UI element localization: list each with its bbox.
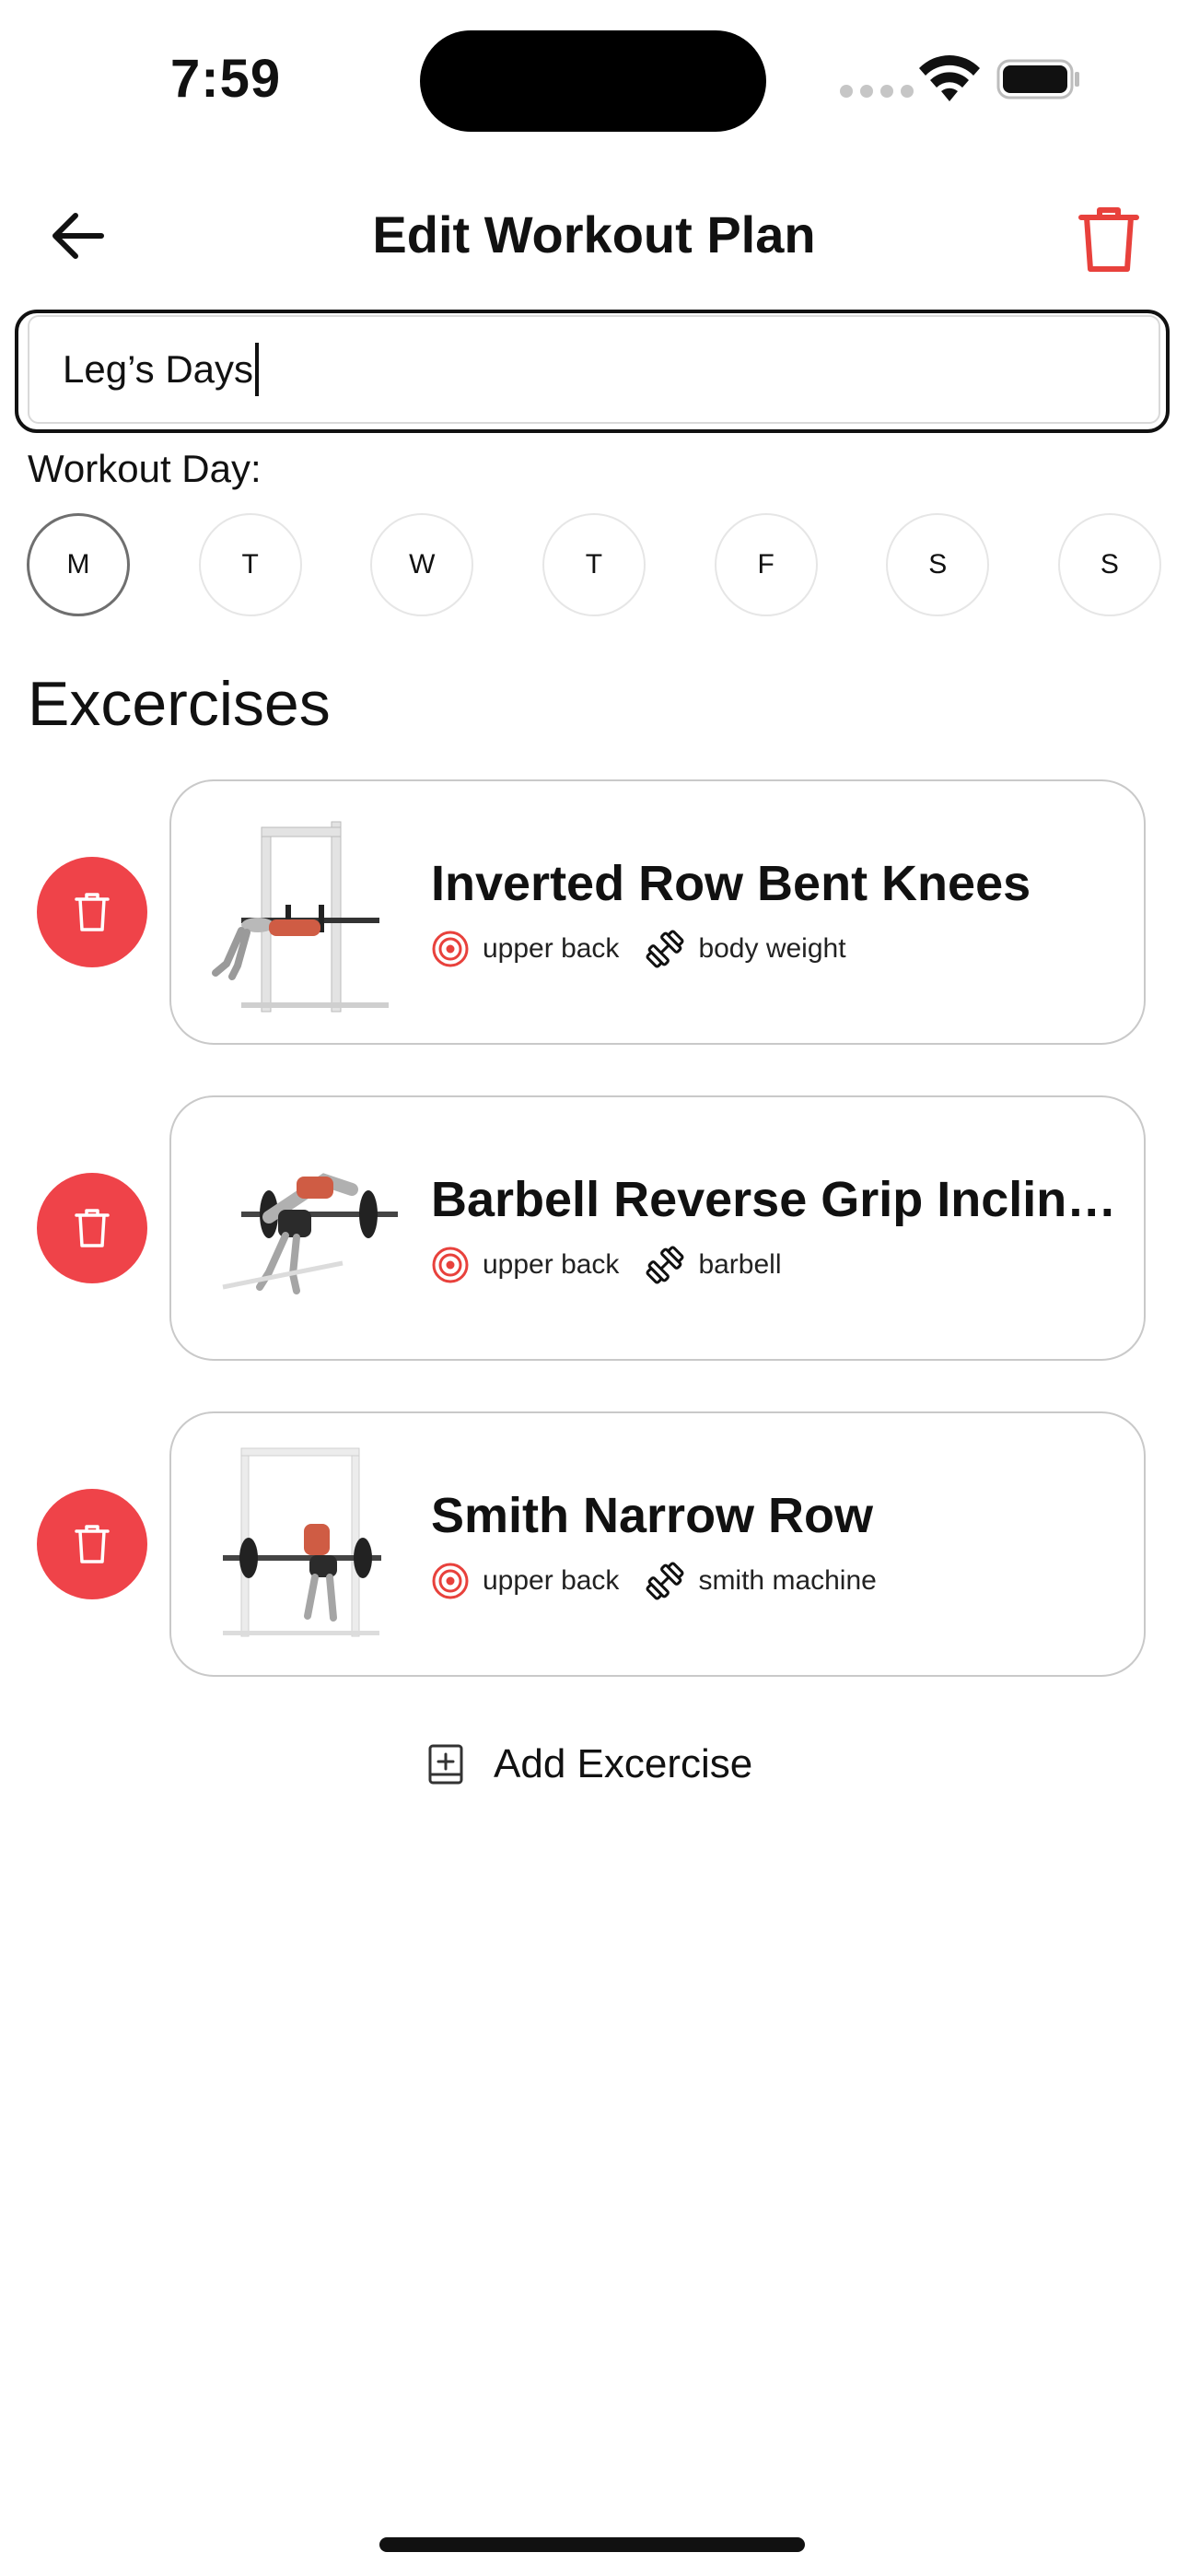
exercise-image bbox=[222, 1173, 398, 1294]
cellular-signal-icon bbox=[840, 85, 914, 98]
exercises-section-title: Excercises bbox=[28, 669, 331, 739]
add-exercise-button[interactable]: Add Excercise bbox=[427, 1741, 752, 1787]
workout-day-selector: M T W T F S S bbox=[27, 513, 1161, 616]
dumbbell-icon bbox=[646, 1562, 684, 1600]
trash-icon bbox=[75, 1209, 110, 1247]
exercise-card[interactable]: Inverted Row Bent Knees upper back body … bbox=[169, 779, 1146, 1045]
battery-icon bbox=[996, 59, 1079, 100]
remove-exercise-button[interactable] bbox=[37, 1489, 147, 1599]
status-time: 7:59 bbox=[170, 49, 282, 109]
exercise-name: Barbell Reverse Grip Incline Bench Row bbox=[431, 1172, 1122, 1227]
day-friday[interactable]: F bbox=[714, 513, 818, 616]
dumbbell-icon bbox=[646, 1246, 684, 1284]
add-exercise-label: Add Excercise bbox=[494, 1741, 753, 1786]
trash-icon bbox=[75, 1525, 110, 1563]
text-caret bbox=[255, 343, 260, 396]
target-muscle-icon bbox=[432, 1563, 469, 1599]
home-indicator[interactable] bbox=[379, 2537, 805, 2552]
exercise-muscle: upper back bbox=[483, 933, 620, 964]
plan-name-value: Leg’s Days bbox=[63, 347, 254, 391]
exercise-meta: upper back body weight bbox=[431, 929, 846, 969]
wifi-icon bbox=[919, 55, 980, 101]
exercise-name: Smith Narrow Row bbox=[431, 1488, 874, 1543]
target-muscle-icon bbox=[432, 1247, 469, 1283]
dynamic-island bbox=[420, 30, 766, 132]
remove-exercise-button[interactable] bbox=[37, 1173, 147, 1283]
exercise-meta: upper back smith machine bbox=[431, 1561, 877, 1601]
dumbbell-icon bbox=[646, 930, 684, 968]
exercise-image bbox=[212, 821, 389, 1013]
day-tuesday[interactable]: T bbox=[198, 513, 302, 616]
exercise-muscle: upper back bbox=[483, 1565, 620, 1596]
day-thursday[interactable]: T bbox=[542, 513, 646, 616]
exercise-muscle: upper back bbox=[483, 1249, 620, 1280]
delete-plan-trash-icon[interactable] bbox=[1077, 205, 1140, 275]
exercise-name: Inverted Row Bent Knees bbox=[431, 856, 1031, 911]
target-muscle-icon bbox=[432, 931, 469, 967]
add-note-icon bbox=[428, 1744, 463, 1785]
exercise-row: Smith Narrow Row upper back smith machin… bbox=[0, 1411, 1188, 1677]
exercise-card[interactable]: Barbell Reverse Grip Incline Bench Row u… bbox=[169, 1095, 1146, 1361]
remove-exercise-button[interactable] bbox=[37, 857, 147, 967]
exercise-row: Barbell Reverse Grip Incline Bench Row u… bbox=[0, 1095, 1188, 1361]
exercise-row: Inverted Row Bent Knees upper back body … bbox=[0, 779, 1188, 1045]
trash-icon bbox=[75, 893, 110, 931]
page-title: Edit Workout Plan bbox=[372, 205, 816, 263]
day-wednesday[interactable]: W bbox=[370, 513, 474, 616]
day-sunday[interactable]: S bbox=[1057, 513, 1161, 616]
plan-name-input[interactable]: Leg’s Days bbox=[28, 315, 1160, 424]
exercise-equipment: barbell bbox=[698, 1249, 782, 1280]
exercise-image bbox=[223, 1447, 381, 1637]
exercise-equipment: body weight bbox=[698, 933, 846, 964]
exercise-meta: upper back barbell bbox=[431, 1245, 782, 1285]
workout-day-label: Workout Day: bbox=[28, 447, 262, 490]
day-monday[interactable]: M bbox=[27, 513, 130, 616]
day-saturday[interactable]: S bbox=[886, 513, 990, 616]
exercise-card[interactable]: Smith Narrow Row upper back smith machin… bbox=[169, 1411, 1146, 1677]
exercise-equipment: smith machine bbox=[698, 1565, 877, 1596]
